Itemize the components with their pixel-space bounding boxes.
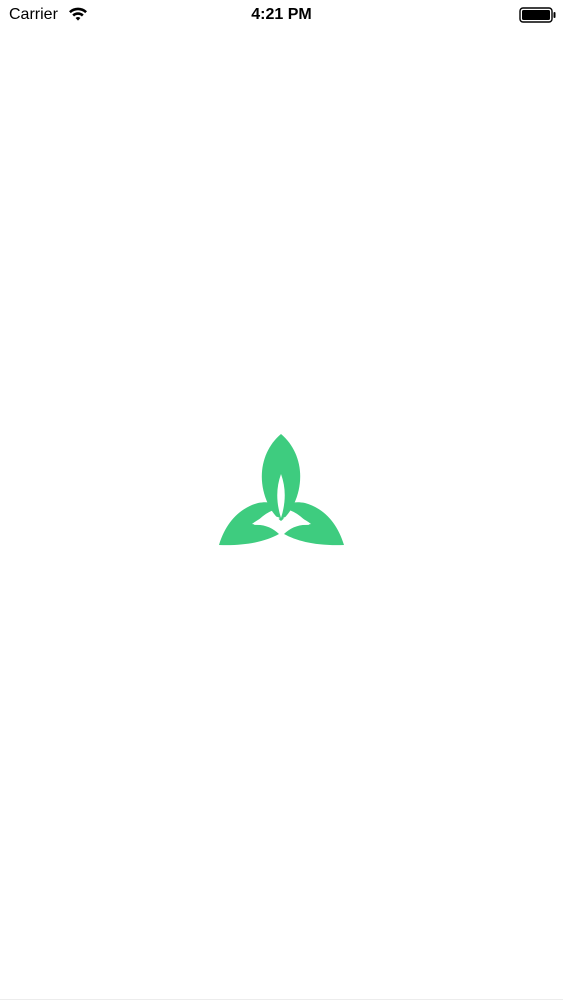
status-time: 4:21 PM bbox=[251, 6, 312, 23]
battery-icon bbox=[519, 7, 556, 23]
leaf-logo-icon bbox=[219, 434, 344, 546]
status-bar: Carrier 4:21 PM bbox=[0, 0, 563, 30]
